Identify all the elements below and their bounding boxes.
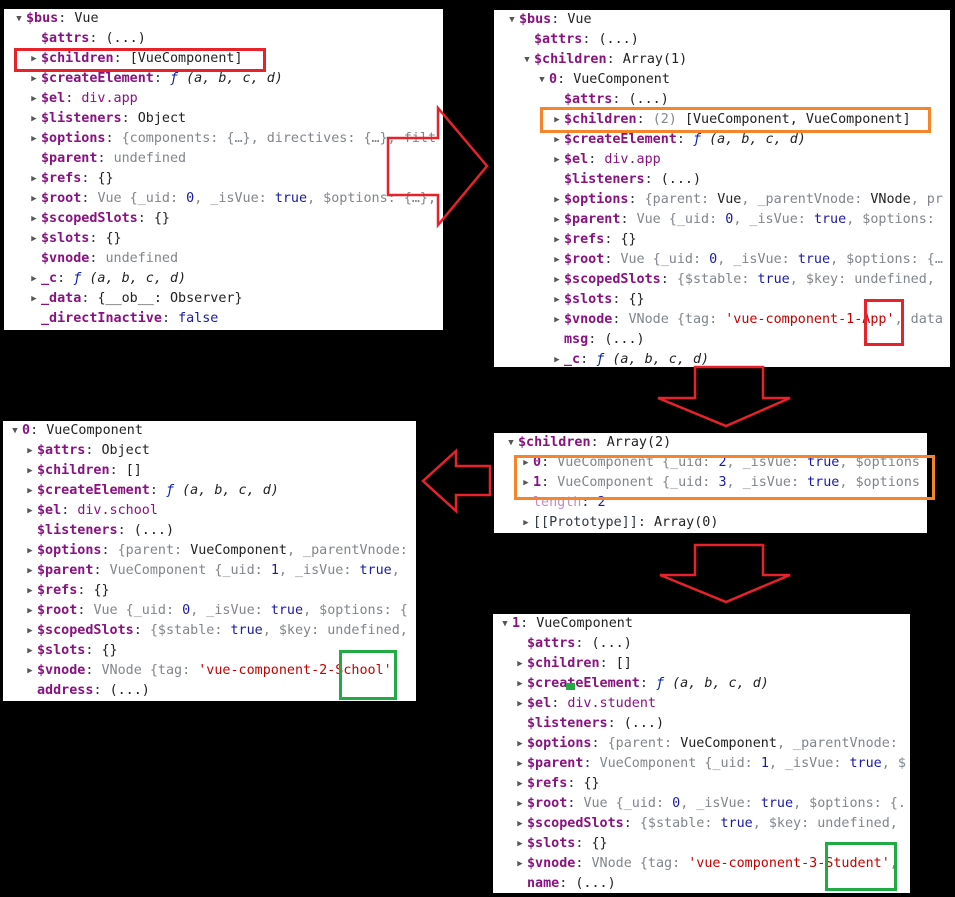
arrow-right-icon: [386, 104, 489, 229]
green-mark: [566, 683, 575, 690]
arrow-down-icon: [659, 543, 791, 604]
arrow-down-icon: [657, 365, 791, 428]
arrow-left-icon: [421, 448, 492, 514]
arrows-layer: [386, 104, 791, 604]
